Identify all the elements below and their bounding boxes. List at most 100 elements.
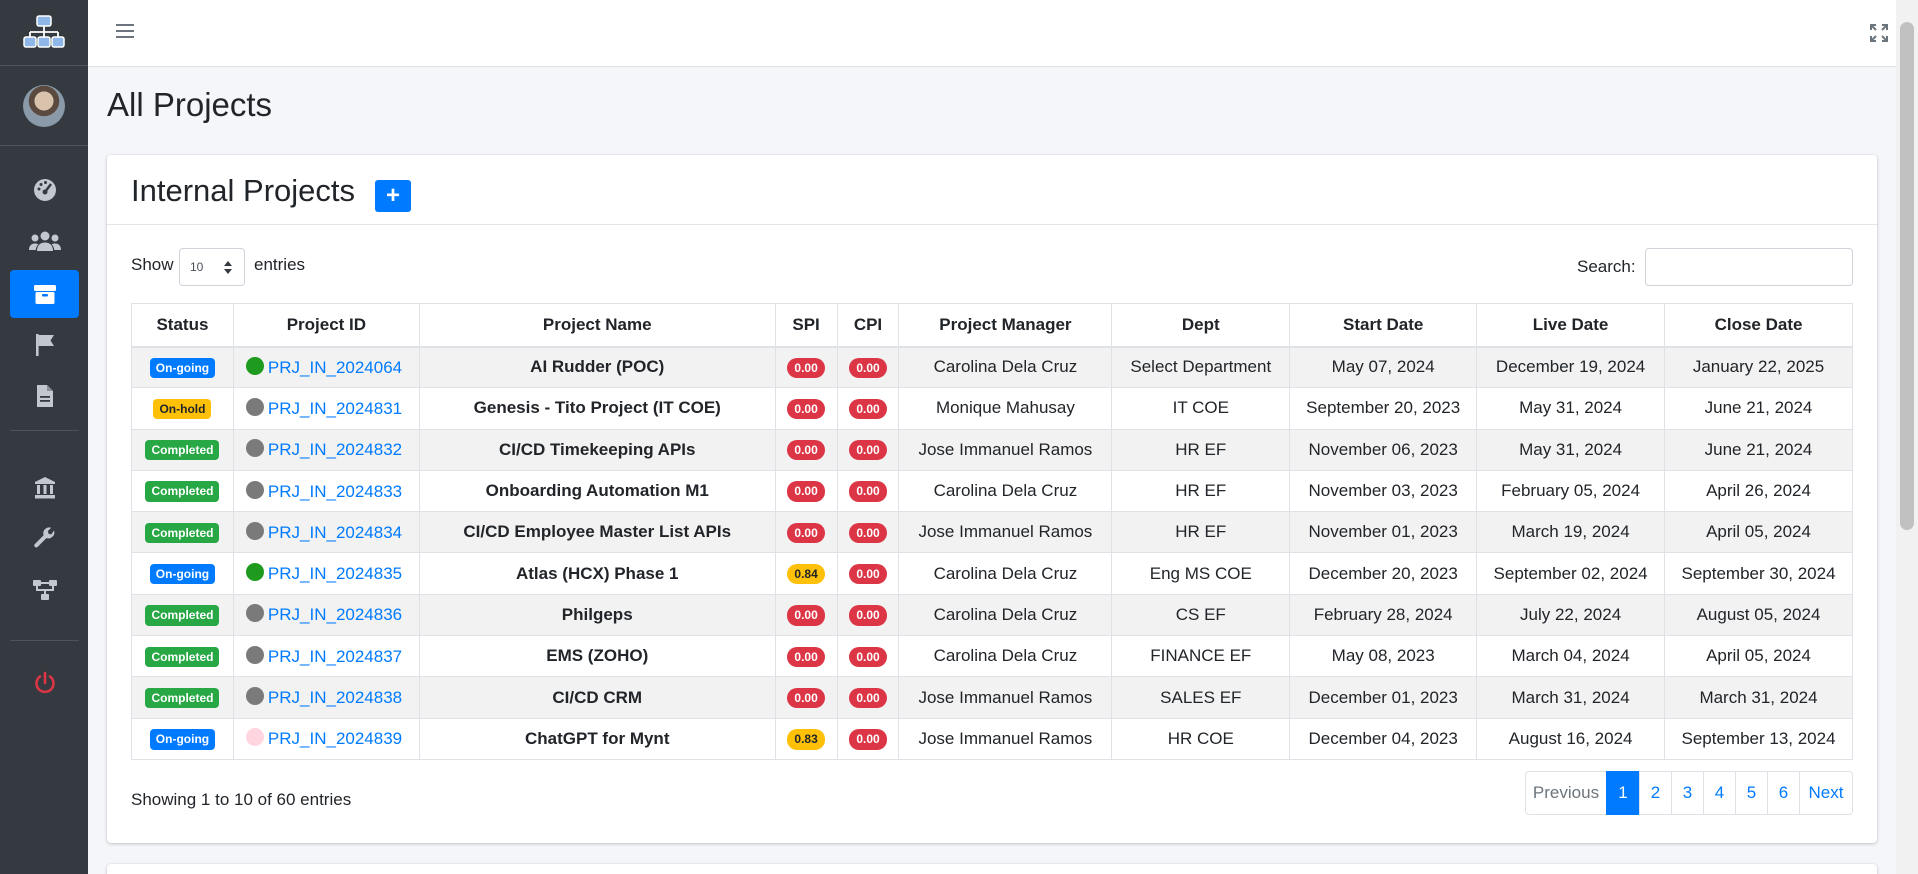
sidebar-item-dashboard[interactable] [10, 166, 79, 214]
menu-toggle-icon[interactable] [116, 24, 134, 42]
sidebar-item-settings[interactable] [10, 515, 79, 563]
sidebar-item-documents[interactable] [10, 372, 79, 420]
table-row[interactable]: On-going PRJ_IN_2024839 ChatGPT for Mynt 0.… [131, 717, 1853, 760]
column-header-spi[interactable]: SPI [774, 303, 838, 348]
dept-cell: Select Department [1111, 345, 1291, 389]
table-row[interactable]: Completed PRJ_IN_2024836 Philgeps 0.00 0.00 C… [131, 593, 1853, 637]
table-row[interactable]: Completed PRJ_IN_2024834 CI/CD Employee Ma… [131, 511, 1853, 554]
close-date-cell: March 31, 2024 [1664, 676, 1853, 719]
column-header-project-name[interactable]: Project Name [418, 303, 776, 348]
search-input[interactable] [1645, 248, 1853, 286]
status-cell: On-going [131, 345, 234, 389]
table-row[interactable]: On-going PRJ_IN_2024835 Atlas (HCX) Phase … [131, 552, 1853, 595]
pagination-page-4[interactable]: 4 [1703, 771, 1736, 815]
project-name-cell: CI/CD CRM [418, 676, 776, 719]
health-dot-icon [245, 563, 264, 582]
status-cell: Completed [131, 593, 234, 637]
table-row[interactable]: Completed PRJ_IN_2024833 Onboarding Automa… [131, 469, 1853, 513]
project-id-link[interactable]: PRJ_IN_2024836 [268, 605, 402, 624]
project-id-cell: PRJ_IN_2024836 [232, 593, 420, 637]
pagination-page-5[interactable]: 5 [1735, 771, 1768, 815]
status-cell: Completed [131, 469, 234, 513]
entries-length-value: 10 [190, 260, 204, 274]
status-cell: Completed [131, 428, 234, 471]
pagination-previous[interactable]: Previous [1525, 771, 1607, 815]
sidebar-item-structure[interactable] [10, 566, 79, 614]
project-id-link[interactable]: PRJ_IN_2024831 [268, 399, 402, 418]
cpi-badge: 0.00 [849, 398, 887, 420]
add-project-button[interactable]: + [375, 180, 411, 212]
sort-arrows-icon [224, 261, 232, 274]
live-date-cell: March 31, 2024 [1476, 676, 1666, 719]
project-id-link[interactable]: PRJ_IN_2024837 [268, 647, 402, 666]
project-manager-cell: Jose Immanuel Ramos [898, 717, 1113, 760]
entries-length-select[interactable]: 10 [179, 248, 245, 286]
status-badge: On-going [149, 729, 216, 750]
column-header-status[interactable]: Status [131, 303, 234, 348]
project-id-link[interactable]: PRJ_IN_2024839 [268, 729, 402, 748]
pagination-page-1[interactable]: 1 [1606, 771, 1640, 815]
cpi-badge: 0.00 [849, 440, 887, 461]
project-name-cell: CI/CD Employee Master List APIs [418, 511, 776, 554]
cpi-cell: 0.00 [836, 387, 900, 430]
table-row[interactable]: On-hold PRJ_IN_2024831 Genesis - Tito Proj… [131, 387, 1853, 430]
avatar[interactable] [23, 84, 65, 127]
project-id-cell: PRJ_IN_2024839 [232, 717, 420, 760]
close-date-cell: June 21, 2024 [1664, 428, 1853, 471]
health-dot-icon [245, 521, 264, 540]
project-name-cell: EMS (ZOHO) [418, 635, 776, 678]
page-scrollbar[interactable] [1896, 0, 1918, 874]
pagination-page-6[interactable]: 6 [1767, 771, 1800, 815]
status-cell: Completed [131, 676, 234, 719]
table-row[interactable]: Completed PRJ_IN_2024838 CI/CD CRM 0.00 0.00… [131, 676, 1853, 719]
close-date-cell: April 05, 2024 [1664, 635, 1853, 678]
column-header-close-date[interactable]: Close Date [1664, 303, 1853, 348]
column-header-start-date[interactable]: Start Date [1289, 303, 1478, 348]
project-id-link[interactable]: PRJ_IN_2024835 [268, 564, 402, 583]
cpi-badge: 0.00 [849, 646, 887, 667]
sidebar-divider [10, 640, 79, 641]
sidebar-item-departments[interactable] [10, 464, 79, 512]
project-id-link[interactable]: PRJ_IN_2024834 [268, 523, 402, 542]
project-id-link[interactable]: PRJ_IN_2024832 [268, 440, 402, 459]
project-id-link[interactable]: PRJ_IN_2024838 [268, 688, 402, 707]
sidebar-item-logout[interactable] [10, 659, 79, 707]
column-header-cpi[interactable]: CPI [836, 303, 900, 348]
status-badge: Completed [145, 522, 220, 544]
project-id-cell: PRJ_IN_2024064 [232, 345, 420, 389]
status-badge: Completed [145, 481, 220, 502]
pagination-next[interactable]: Next [1799, 771, 1853, 815]
sidebar-item-users[interactable] [10, 217, 79, 265]
project-id-link[interactable]: PRJ_IN_2024833 [268, 482, 402, 501]
power-icon [34, 671, 55, 694]
scrollbar-thumb[interactable] [1900, 22, 1914, 530]
sidebar-item-milestones[interactable] [10, 321, 79, 369]
dept-cell: HR EF [1111, 469, 1291, 513]
wrench-icon [33, 527, 54, 548]
project-name-cell: ChatGPT for Mynt [418, 717, 776, 760]
table-row[interactable]: On-going PRJ_IN_2024064 AI Rudder (POC) 0.0… [131, 345, 1853, 389]
status-badge: Completed [145, 605, 220, 626]
pagination-page-3[interactable]: 3 [1671, 771, 1704, 815]
status-badge: On-going [149, 563, 216, 585]
table-row[interactable]: Completed PRJ_IN_2024837 EMS (ZOHO) 0.00 0.0… [131, 635, 1853, 678]
pagination-page-2[interactable]: 2 [1639, 771, 1672, 815]
project-id-cell: PRJ_IN_2024834 [232, 511, 420, 554]
sidebar-item-projects[interactable] [10, 270, 79, 318]
project-id-link[interactable]: PRJ_IN_2024064 [268, 358, 402, 377]
column-header-project-id[interactable]: Project ID [232, 303, 420, 348]
document-icon [36, 385, 53, 407]
column-header-live-date[interactable]: Live Date [1476, 303, 1666, 348]
fullscreen-icon[interactable] [1870, 24, 1888, 42]
spi-badge: 0.00 [787, 687, 825, 709]
dept-cell: HR EF [1111, 428, 1291, 471]
cpi-badge: 0.00 [849, 687, 887, 709]
search-label: Search: [1577, 257, 1636, 276]
start-date-cell: May 08, 2023 [1289, 635, 1478, 678]
table-row[interactable]: Completed PRJ_IN_2024832 CI/CD Timekeeping… [131, 428, 1853, 471]
app-logo[interactable] [0, 0, 88, 66]
column-header-dept[interactable]: Dept [1111, 303, 1291, 348]
spi-cell: 0.00 [774, 635, 838, 678]
column-header-project-manager[interactable]: Project Manager [898, 303, 1113, 348]
health-dot-icon [245, 356, 264, 375]
